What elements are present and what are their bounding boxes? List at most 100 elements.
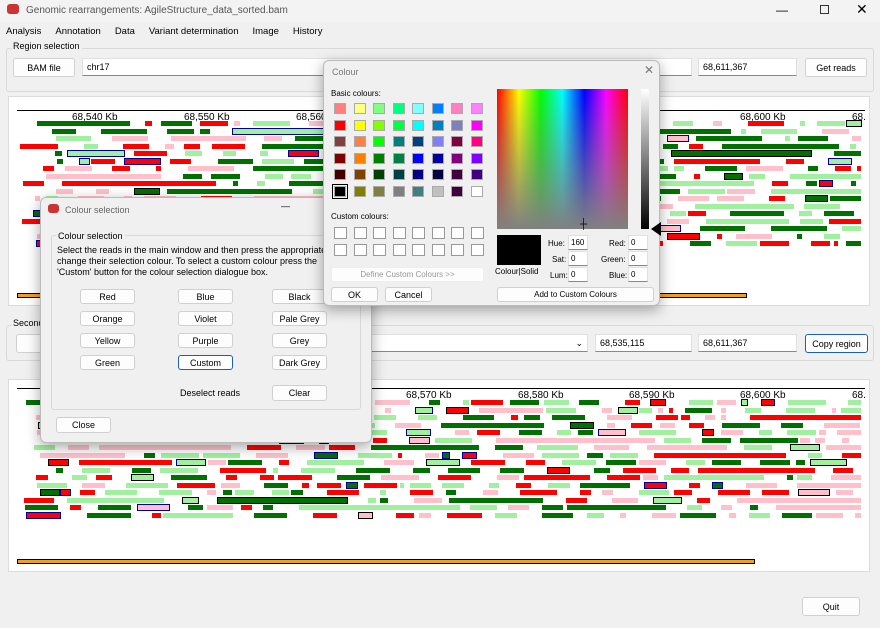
read-bar[interactable] <box>818 430 827 435</box>
read-bar[interactable] <box>502 452 535 458</box>
read-bar[interactable] <box>785 158 805 164</box>
basic-colour-swatch[interactable] <box>392 103 405 114</box>
basic-colour-swatch[interactable] <box>451 103 463 114</box>
menu-image[interactable]: Image <box>253 26 279 37</box>
read-bar[interactable] <box>399 482 405 488</box>
read-bar[interactable] <box>462 415 495 420</box>
menu-variant-determination[interactable]: Variant determination <box>149 26 239 37</box>
menu-history[interactable]: History <box>293 26 323 37</box>
read-bar[interactable] <box>291 490 303 495</box>
read-bar[interactable] <box>358 511 373 519</box>
read-bar[interactable] <box>367 497 376 503</box>
read-bar[interactable] <box>207 460 226 465</box>
read-bar[interactable] <box>770 226 828 231</box>
read-bar[interactable] <box>541 505 563 510</box>
read-bar[interactable] <box>655 415 678 420</box>
read-bar[interactable] <box>226 475 238 480</box>
read-bar[interactable] <box>523 415 540 420</box>
read-bar[interactable] <box>181 496 199 504</box>
read-bar[interactable] <box>689 422 704 428</box>
read-bar[interactable] <box>313 512 337 518</box>
read-bar[interactable] <box>677 196 709 201</box>
read-bar[interactable] <box>216 496 348 504</box>
read-bar[interactable] <box>721 415 726 420</box>
read-bar[interactable] <box>847 400 861 405</box>
basic-colour-swatch[interactable] <box>451 119 463 131</box>
read-bar[interactable] <box>730 211 784 216</box>
read-bar[interactable] <box>748 121 785 126</box>
read-bar[interactable] <box>666 232 701 240</box>
read-bar[interactable] <box>759 460 791 465</box>
read-bar[interactable] <box>833 241 838 246</box>
read-bar[interactable] <box>807 452 823 458</box>
read-bar[interactable] <box>426 459 461 466</box>
basic-colour-swatch[interactable] <box>470 169 483 180</box>
read-bar[interactable] <box>668 407 674 413</box>
read-bar[interactable] <box>659 422 676 428</box>
basic-colour-swatch[interactable] <box>451 169 463 180</box>
read-bar[interactable] <box>199 128 210 134</box>
read-bar[interactable] <box>385 407 391 413</box>
custom-colour-button[interactable]: Custom <box>178 355 233 370</box>
custom-colour-swatch[interactable] <box>353 244 367 256</box>
read-bar[interactable] <box>750 415 861 420</box>
read-bar[interactable] <box>161 452 200 458</box>
read-bar[interactable] <box>24 505 59 510</box>
read-bar[interactable] <box>210 173 240 179</box>
read-bar[interactable] <box>787 475 793 480</box>
read-bar[interactable] <box>642 475 658 480</box>
read-bar[interactable] <box>601 490 613 495</box>
read-bar[interactable] <box>207 505 233 510</box>
read-bar[interactable] <box>176 459 206 466</box>
read-bar[interactable] <box>345 481 359 489</box>
read-bar[interactable] <box>55 136 91 141</box>
read-bar[interactable] <box>803 203 840 209</box>
read-bar[interactable] <box>156 166 162 171</box>
read-bar[interactable] <box>606 475 641 480</box>
read-bar[interactable] <box>671 150 812 157</box>
menu-annotation[interactable]: Annotation <box>55 26 100 37</box>
yellow-colour-button[interactable]: Yellow <box>80 333 135 348</box>
read-bar[interactable] <box>664 437 691 443</box>
read-bar[interactable] <box>176 482 215 488</box>
read-bar[interactable] <box>796 482 861 488</box>
read-bar[interactable] <box>67 445 90 450</box>
read-bar[interactable] <box>695 136 762 141</box>
read-bar[interactable] <box>211 143 245 149</box>
read-bar[interactable] <box>246 445 282 450</box>
read-bar[interactable] <box>741 399 749 406</box>
read-bar[interactable] <box>787 430 816 435</box>
read-bar[interactable] <box>510 400 539 405</box>
read-bar[interactable] <box>797 475 812 480</box>
read-bar[interactable] <box>395 512 414 518</box>
read-bar[interactable] <box>510 415 519 420</box>
read-bar[interactable] <box>716 196 744 201</box>
read-bar[interactable] <box>380 475 420 480</box>
read-bar[interactable] <box>133 187 161 195</box>
read-bar[interactable] <box>832 467 854 473</box>
read-bar[interactable] <box>552 415 586 420</box>
read-bar[interactable] <box>413 467 431 473</box>
read-bar[interactable] <box>394 422 421 428</box>
read-bar[interactable] <box>821 128 849 134</box>
basic-colour-swatch[interactable] <box>431 185 444 197</box>
read-bar[interactable] <box>776 505 861 510</box>
read-bar[interactable] <box>441 451 450 459</box>
read-bar[interactable] <box>263 505 274 510</box>
read-bar[interactable] <box>25 511 62 519</box>
read-bar[interactable] <box>40 452 125 458</box>
read-bar[interactable] <box>409 490 433 495</box>
read-bar[interactable] <box>373 437 388 443</box>
cancel-button[interactable]: Cancel <box>385 287 432 302</box>
read-bar[interactable] <box>694 203 794 209</box>
read-bar[interactable] <box>36 121 131 126</box>
blue-colour-button[interactable]: Blue <box>178 289 233 304</box>
basic-colour-swatch[interactable] <box>470 185 483 197</box>
green-colour-button[interactable]: Green <box>80 355 135 370</box>
black-colour-button[interactable]: Black <box>272 289 327 304</box>
read-bar[interactable] <box>288 150 319 157</box>
read-bar[interactable] <box>727 188 756 194</box>
read-bar[interactable] <box>672 121 693 126</box>
read-bar[interactable] <box>537 445 578 450</box>
read-bar[interactable] <box>301 467 335 473</box>
